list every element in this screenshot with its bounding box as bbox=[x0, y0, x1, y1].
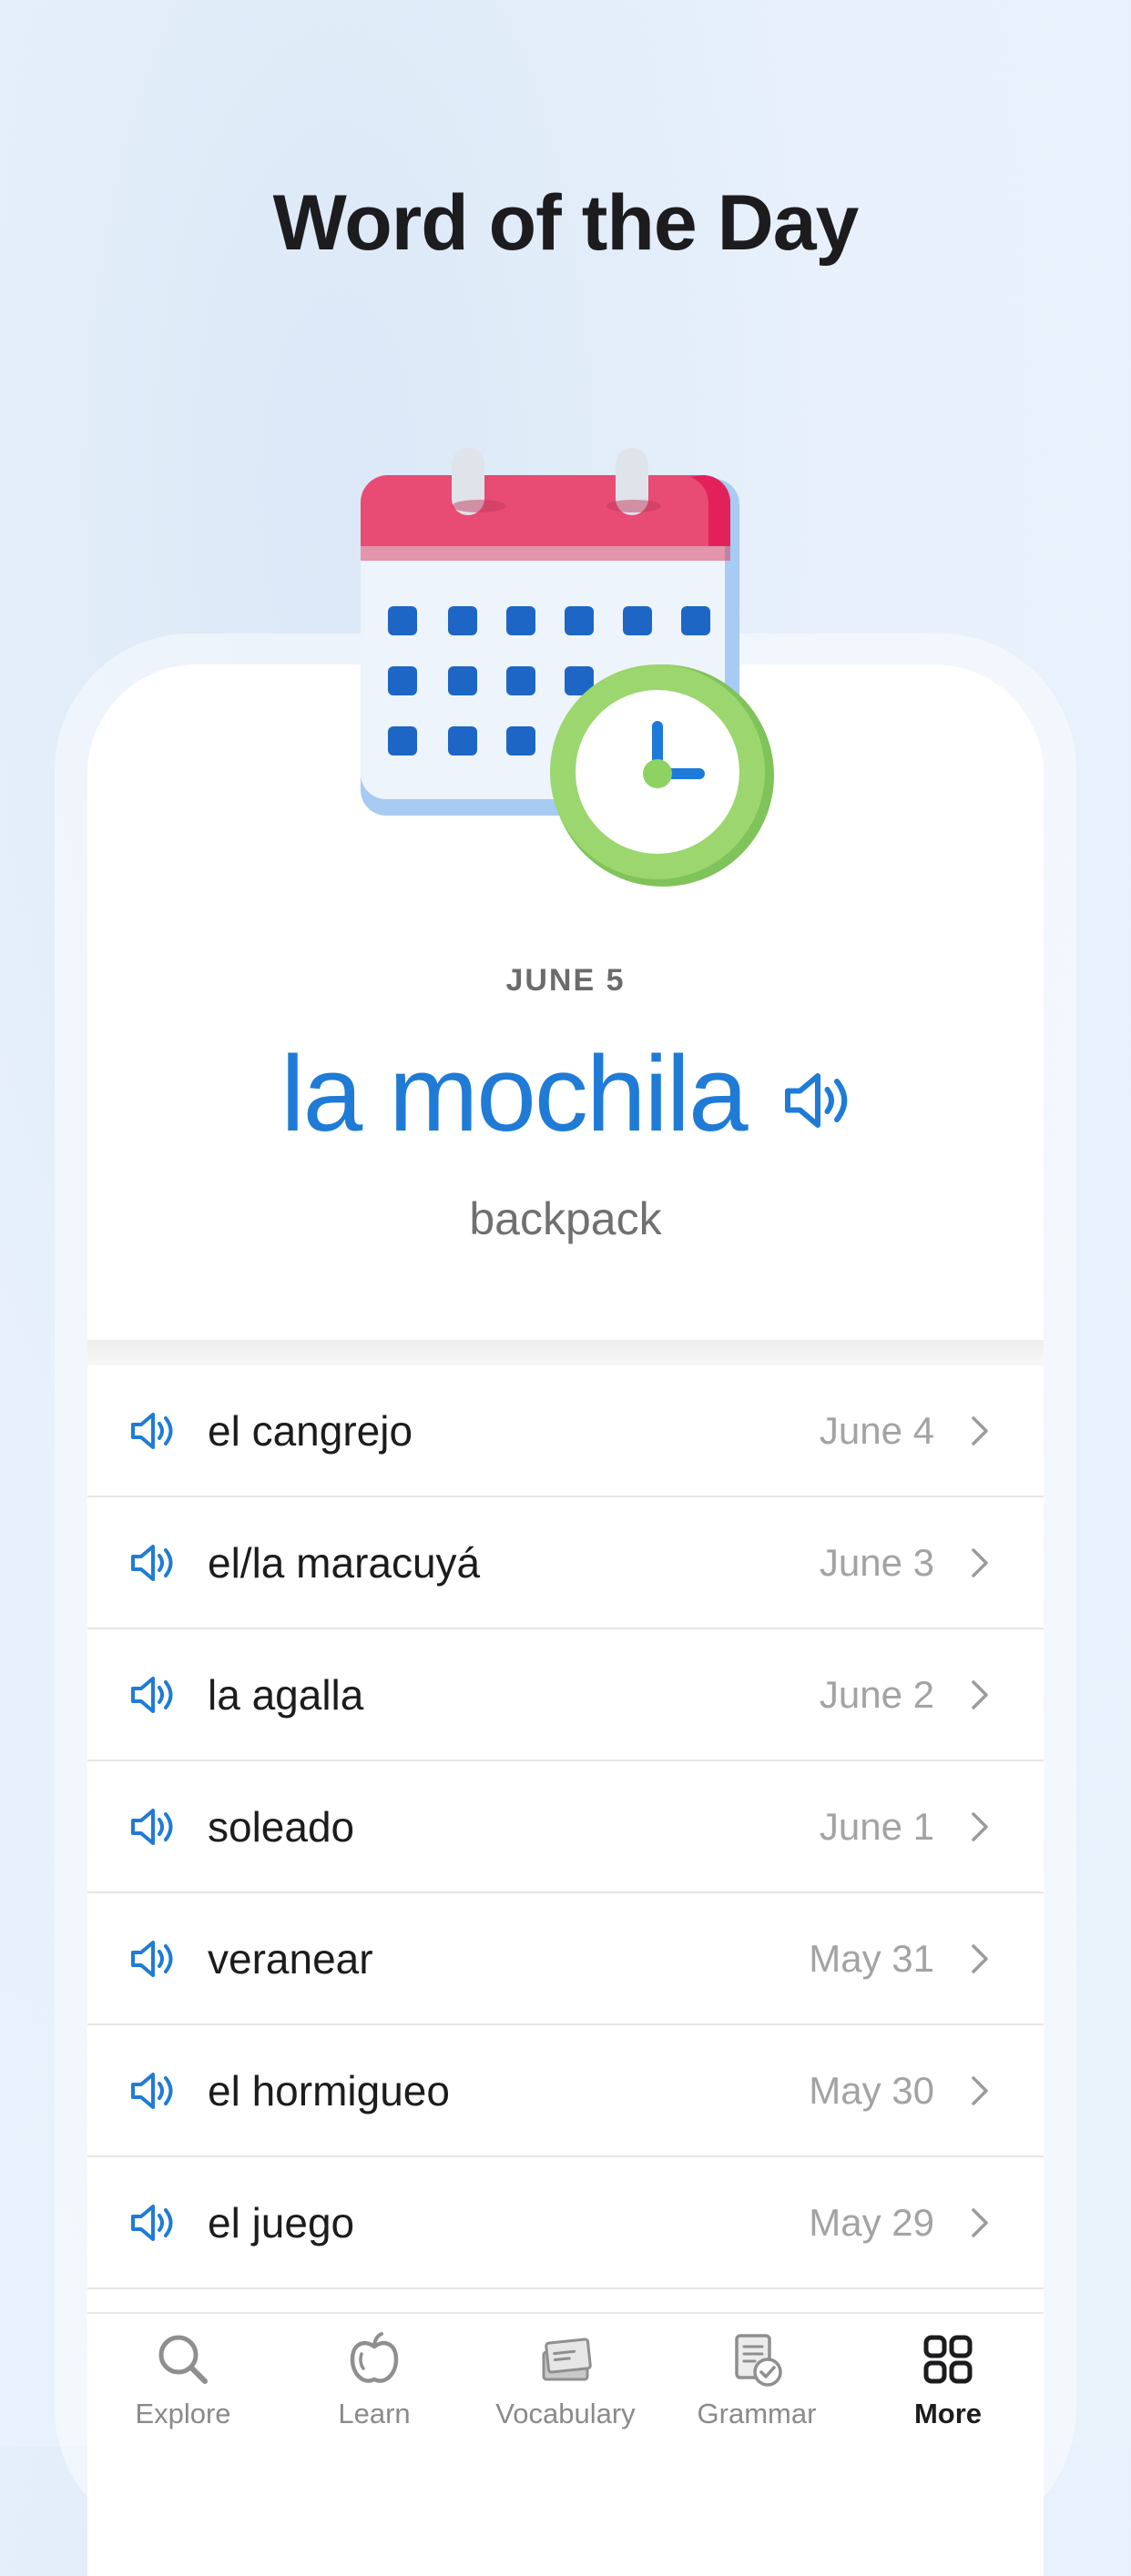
list-item-word: la agalla bbox=[208, 1670, 364, 1719]
speaker-icon[interactable] bbox=[127, 1407, 175, 1455]
chevron-right-icon bbox=[972, 1811, 988, 1841]
list-item[interactable]: el cangrejo June 4 bbox=[87, 1365, 1044, 1497]
tab-more[interactable]: More bbox=[852, 2314, 1044, 2449]
list-item[interactable]: soleado June 1 bbox=[87, 1761, 1044, 1893]
speaker-icon[interactable] bbox=[127, 1935, 175, 1983]
speaker-icon[interactable] bbox=[127, 1803, 175, 1851]
list-item-date: May 29 bbox=[809, 2200, 934, 2244]
tab-explore[interactable]: Explore bbox=[87, 2314, 279, 2449]
flashcards-icon bbox=[542, 2338, 592, 2381]
featured-word: la mochila bbox=[280, 1034, 748, 1154]
tab-grammar[interactable]: Grammar bbox=[661, 2314, 852, 2449]
speaker-icon[interactable] bbox=[779, 1065, 851, 1136]
list-item-word: veranear bbox=[208, 1934, 373, 1983]
speaker-icon[interactable] bbox=[127, 1671, 175, 1719]
calendar-clock-icon bbox=[360, 448, 774, 887]
list-item[interactable]: el hormigueo May 30 bbox=[87, 2025, 1044, 2157]
tab-label: Learn bbox=[338, 2398, 411, 2429]
list-item[interactable]: el juego May 29 bbox=[87, 2157, 1044, 2289]
list-item-date: June 1 bbox=[819, 1804, 934, 1848]
search-icon bbox=[158, 2335, 208, 2384]
speaker-icon[interactable] bbox=[127, 1539, 175, 1587]
list-item-date: May 31 bbox=[809, 1936, 934, 1980]
chevron-right-icon bbox=[972, 2075, 988, 2105]
chevron-right-icon bbox=[972, 1415, 988, 1445]
list-item-word: soleado bbox=[208, 1802, 355, 1851]
featured-date: JUNE 5 bbox=[505, 963, 626, 998]
speaker-icon[interactable] bbox=[127, 2199, 175, 2246]
list-item-date: June 4 bbox=[819, 1408, 934, 1452]
word-history-list: el cangrejo June 4 el/la maracuyá June 3… bbox=[87, 1365, 1044, 2289]
tab-label: Explore bbox=[135, 2398, 231, 2429]
chevron-right-icon bbox=[972, 2207, 988, 2237]
list-item[interactable]: el/la maracuyá June 3 bbox=[87, 1497, 1044, 1629]
list-item-date: May 30 bbox=[809, 2068, 934, 2112]
tab-learn[interactable]: Learn bbox=[279, 2314, 470, 2449]
featured-word-row: la mochila bbox=[0, 1032, 1131, 1156]
grammar-check-icon bbox=[735, 2334, 782, 2387]
tab-label: More bbox=[913, 2398, 983, 2429]
grid-icon bbox=[923, 2335, 973, 2384]
list-item-word: el juego bbox=[208, 2198, 355, 2246]
bottom-tab-bar: Explore Learn Vocabulary Grammar More bbox=[87, 2312, 1044, 2449]
list-item-date: June 2 bbox=[819, 1672, 934, 1716]
list-item-word: el hormigueo bbox=[208, 2066, 450, 2115]
list-item-word: el/la maracuyá bbox=[208, 1538, 481, 1587]
tab-label: Vocabulary bbox=[495, 2398, 636, 2429]
section-divider bbox=[87, 1340, 1044, 1365]
tab-label: Grammar bbox=[697, 2398, 817, 2429]
apple-icon bbox=[350, 2332, 399, 2383]
chevron-right-icon bbox=[972, 1943, 988, 1973]
speaker-icon[interactable] bbox=[127, 2067, 175, 2115]
featured-translation: backpack bbox=[469, 1193, 662, 1244]
list-item[interactable]: la agalla June 2 bbox=[87, 1629, 1044, 1761]
list-item-word: el cangrejo bbox=[208, 1406, 413, 1455]
list-item-date: June 3 bbox=[819, 1540, 934, 1584]
list-item[interactable]: veranear May 31 bbox=[87, 1893, 1044, 2025]
chevron-right-icon bbox=[972, 1547, 988, 1577]
tab-vocabulary[interactable]: Vocabulary bbox=[470, 2314, 661, 2449]
chevron-right-icon bbox=[972, 1679, 988, 1709]
page-title: Word of the Day bbox=[272, 179, 860, 267]
